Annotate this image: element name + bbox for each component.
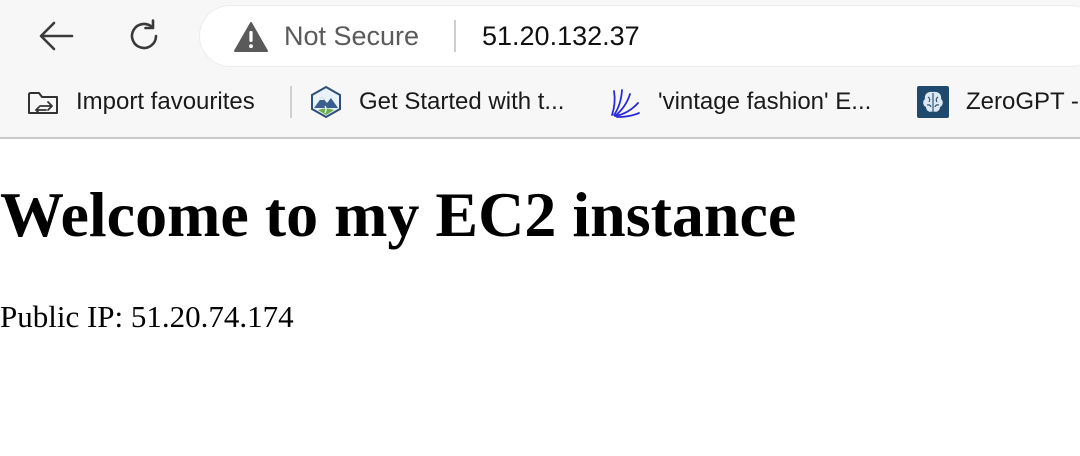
bookmark-label: Get Started with t... — [359, 88, 565, 115]
bookmark-label: 'vintage fashion' E... — [658, 88, 872, 115]
bookmark-vintage-fashion[interactable]: 'vintage fashion' E... — [608, 72, 871, 132]
bookmarks-bar: Import favourites Get Started with t... … — [0, 72, 1080, 139]
browser-toolbar: Not Secure 51.20.132.37 — [0, 0, 1080, 72]
bookmark-label: Import favourites — [76, 88, 255, 115]
brain-icon — [917, 86, 949, 118]
import-folder-icon — [28, 92, 58, 114]
page-content: Welcome to my EC2 instance Public IP: 51… — [0, 139, 1080, 456]
public-ip-text: Public IP: 51.20.74.174 — [0, 299, 294, 334]
browser-window: Not Secure 51.20.132.37 Import favourite… — [0, 0, 1080, 456]
bookmark-label: ZeroGPT - — [966, 88, 1079, 115]
mountain-badge-icon — [311, 85, 341, 119]
address-divider — [454, 20, 456, 52]
page-title: Welcome to my EC2 instance — [0, 179, 797, 250]
security-status-label[interactable]: Not Secure — [284, 21, 419, 52]
address-bar[interactable]: Not Secure 51.20.132.37 — [200, 6, 1080, 66]
bookmark-separator — [290, 86, 292, 118]
warning-triangle-icon[interactable] — [234, 22, 268, 52]
bookmark-import-favourites[interactable]: Import favourites — [26, 72, 255, 132]
arrow-left-icon — [39, 21, 74, 51]
reload-icon — [130, 19, 158, 50]
url-text[interactable]: 51.20.132.37 — [482, 21, 640, 52]
bookmark-get-started[interactable]: Get Started with t... — [309, 72, 564, 132]
reload-button[interactable] — [124, 14, 164, 58]
bookmark-zerogpt[interactable]: ZeroGPT - — [916, 72, 1079, 132]
blue-scribble-icon — [611, 89, 640, 118]
back-button[interactable] — [36, 14, 76, 58]
